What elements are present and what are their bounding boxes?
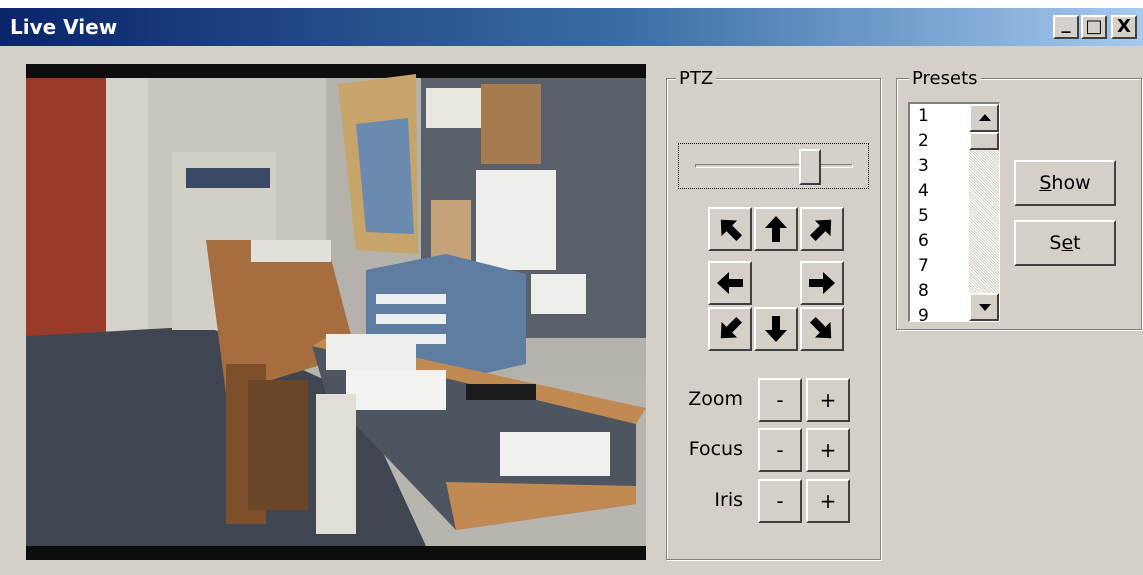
pan-left-button[interactable] [708, 261, 752, 305]
camera-image [26, 64, 646, 560]
show-preset-button[interactable]: Show [1014, 160, 1116, 206]
maximize-button[interactable]: □ [1081, 15, 1107, 39]
preset-item[interactable]: 8 [918, 279, 929, 304]
preset-item[interactable]: 4 [918, 179, 929, 204]
zoom-label: Zoom [688, 388, 743, 410]
arrow-down-icon [765, 316, 787, 342]
slider-thumb[interactable] [799, 149, 822, 185]
arrow-down-right-icon [809, 316, 832, 339]
iris-label: Iris [714, 489, 743, 511]
show-label-post: how [1051, 172, 1091, 194]
minimize-button[interactable]: _ [1053, 15, 1079, 39]
tilt-down-button[interactable] [754, 307, 798, 351]
maximize-icon: □ [1085, 16, 1103, 37]
live-view-window: Live View _ □ X PTZ Zoom - + Focus - + I… [0, 8, 1143, 575]
focus-minus-button[interactable]: - [758, 428, 802, 472]
set-accelerator: e [1061, 232, 1074, 254]
tilt-up-button[interactable] [754, 207, 798, 251]
pan-up-left-button[interactable] [708, 207, 752, 251]
presets-group-label: Presets [909, 68, 981, 89]
close-button[interactable]: X [1111, 15, 1137, 39]
set-label-post: t [1073, 232, 1081, 254]
title-bar[interactable]: Live View _ □ X [0, 8, 1143, 46]
focus-plus-button[interactable]: + [806, 428, 850, 472]
camera-video-feed[interactable] [26, 64, 646, 560]
preset-item[interactable]: 9 [918, 304, 929, 321]
arrow-up-left-icon [720, 219, 743, 242]
pan-up-right-button[interactable] [800, 207, 844, 251]
zoom-in-button[interactable]: + [806, 378, 850, 422]
arrow-right-icon [809, 272, 835, 294]
preset-item[interactable]: 5 [918, 204, 929, 229]
presets-listbox[interactable]: 123456789 [908, 102, 1000, 322]
preset-item[interactable]: 6 [918, 229, 929, 254]
pan-down-right-button[interactable] [800, 307, 844, 351]
preset-item[interactable]: 7 [918, 254, 929, 279]
preset-item[interactable]: 2 [918, 129, 929, 154]
pan-down-left-button[interactable] [708, 307, 752, 351]
focus-label: Focus [688, 438, 743, 460]
slider-track [695, 164, 853, 168]
scroll-up-icon [979, 114, 991, 121]
arrow-down-left-icon [720, 316, 743, 339]
show-accelerator: S [1039, 172, 1052, 194]
ptz-speed-slider[interactable] [678, 143, 869, 189]
minimize-icon: _ [1061, 13, 1071, 34]
scroll-down-icon [979, 304, 991, 311]
scroll-thumb[interactable] [969, 132, 999, 150]
arrow-up-right-icon [809, 219, 832, 242]
window-title: Live View [10, 15, 118, 39]
presets-scrollbar[interactable] [969, 104, 999, 321]
scroll-down-button[interactable] [969, 293, 999, 321]
preset-items: 123456789 [918, 104, 929, 321]
iris-plus-button[interactable]: + [806, 479, 850, 523]
close-icon: X [1117, 16, 1131, 37]
pan-right-button[interactable] [800, 261, 844, 305]
preset-item[interactable]: 1 [918, 104, 929, 129]
scroll-up-button[interactable] [969, 104, 999, 132]
ptz-group-label: PTZ [676, 68, 717, 89]
preset-item[interactable]: 3 [918, 154, 929, 179]
arrow-left-icon [717, 272, 743, 294]
set-label-pre: S [1049, 232, 1062, 254]
set-preset-button[interactable]: Set [1014, 220, 1116, 266]
iris-minus-button[interactable]: - [758, 479, 802, 523]
zoom-out-button[interactable]: - [758, 378, 802, 422]
arrow-up-icon [765, 216, 787, 242]
